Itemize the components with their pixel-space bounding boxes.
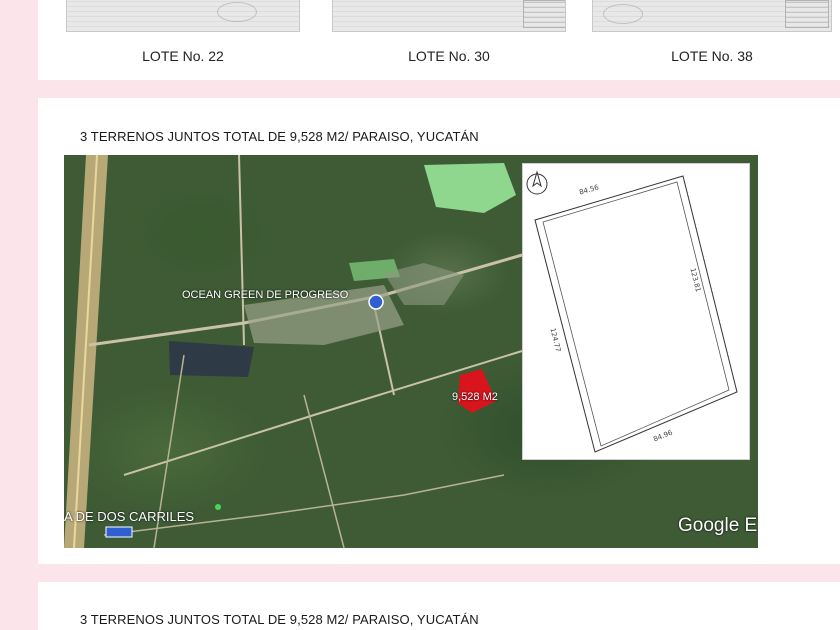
place-label: OCEAN GREEN DE PROGRESO xyxy=(182,289,349,301)
stamp-mark xyxy=(785,0,829,28)
parcel-diagram: 84.56 123.81 124.77 84.96 xyxy=(522,163,750,460)
property-card-2: 3 TERRENOS JUNTOS TOTAL DE 9,528 M2/ PAR… xyxy=(38,582,840,630)
property-heading-2: 3 TERRENOS JUNTOS TOTAL DE 9,528 M2/ PAR… xyxy=(80,612,479,627)
property-card: 3 TERRENOS JUNTOS TOTAL DE 9,528 M2/ PAR… xyxy=(38,98,840,564)
parcel-outline xyxy=(534,175,738,453)
satellite-map-image[interactable]: OCEAN GREEN DE PROGRESO A DE DOS CARRILE… xyxy=(64,155,758,548)
property-heading: 3 TERRENOS JUNTOS TOTAL DE 9,528 M2/ PAR… xyxy=(80,129,479,144)
lot-22-label: LOTE No. 22 xyxy=(142,48,224,64)
lot-38-document-image[interactable] xyxy=(592,0,832,32)
map-watermark: Google E xyxy=(678,515,758,536)
marker-icon[interactable] xyxy=(105,526,133,538)
location-pin-icon[interactable] xyxy=(368,294,384,310)
road-label: A DE DOS CARRILES xyxy=(64,509,195,524)
stamp-mark xyxy=(523,0,565,28)
lots-card: LOTE No. 22 LOTE No. 30 LOTE No. 38 xyxy=(38,0,840,80)
lot-22-document-image[interactable] xyxy=(66,0,300,32)
green-marker-icon xyxy=(215,504,221,510)
lagoon-area xyxy=(424,163,516,213)
signature-mark xyxy=(603,4,643,24)
parcel-area-label: 9,528 M2 xyxy=(452,391,498,403)
compass-icon xyxy=(526,170,548,195)
lot-38-label: LOTE No. 38 xyxy=(671,48,753,64)
signature-mark xyxy=(217,2,257,22)
lot-30-label: LOTE No. 30 xyxy=(408,48,490,64)
lot-30-document-image[interactable] xyxy=(332,0,566,32)
